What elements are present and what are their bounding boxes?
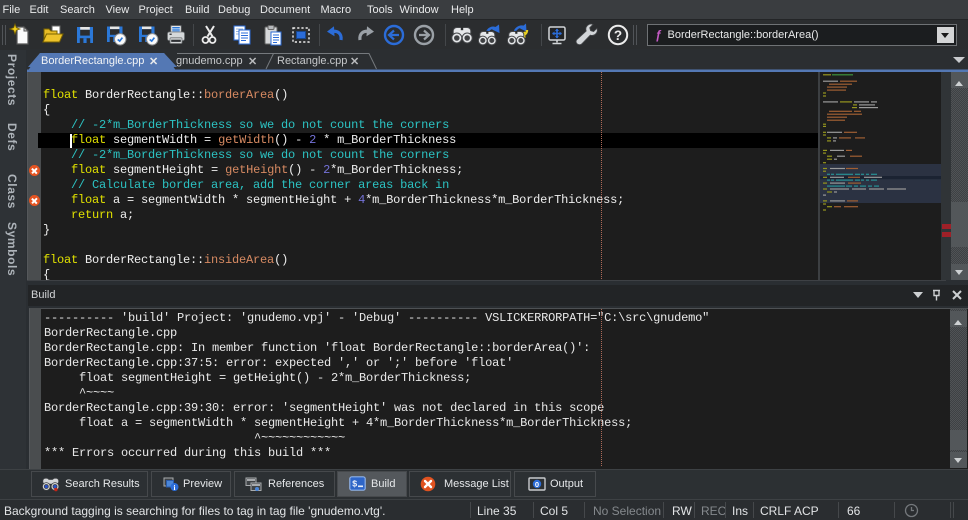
svg-text:?: ? <box>614 28 622 43</box>
svg-text:0: 0 <box>535 480 539 489</box>
svg-text:$: $ <box>352 480 358 490</box>
svg-text:i: i <box>174 484 176 492</box>
